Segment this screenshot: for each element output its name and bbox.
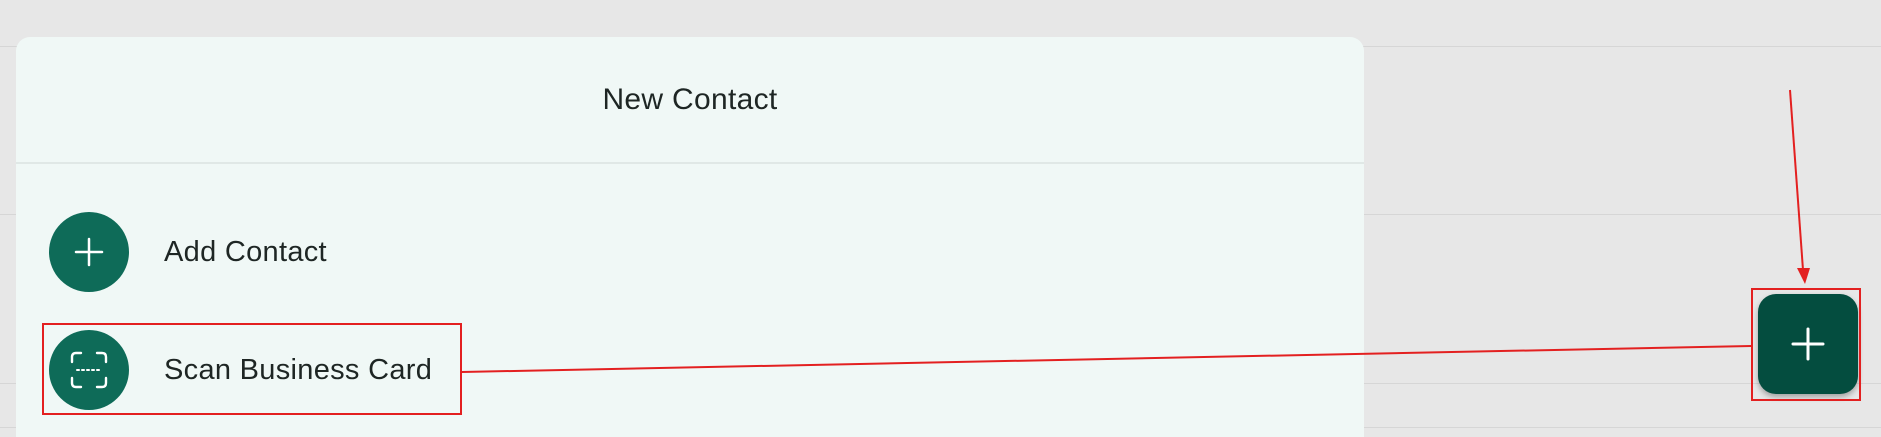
scan-business-card-label: Scan Business Card (164, 353, 433, 386)
plus-icon (74, 237, 104, 267)
plus-icon (1791, 327, 1825, 361)
scan-business-card-item[interactable]: Scan Business Card (16, 322, 1364, 418)
sheet-header: New Contact (16, 37, 1364, 164)
add-contact-label: Add Contact (164, 235, 327, 268)
sheet-title: New Contact (602, 82, 778, 116)
new-contact-sheet: New Contact Add Contact Scan Business Ca… (16, 37, 1364, 437)
scan-icon (70, 351, 108, 389)
scan-icon-circle (49, 330, 129, 410)
arrow-head (1797, 268, 1810, 284)
add-contact-item[interactable]: Add Contact (16, 204, 1364, 300)
add-contact-icon-circle (49, 212, 129, 292)
arrow-line (1789, 89, 1804, 271)
add-fab-button[interactable] (1758, 294, 1858, 394)
